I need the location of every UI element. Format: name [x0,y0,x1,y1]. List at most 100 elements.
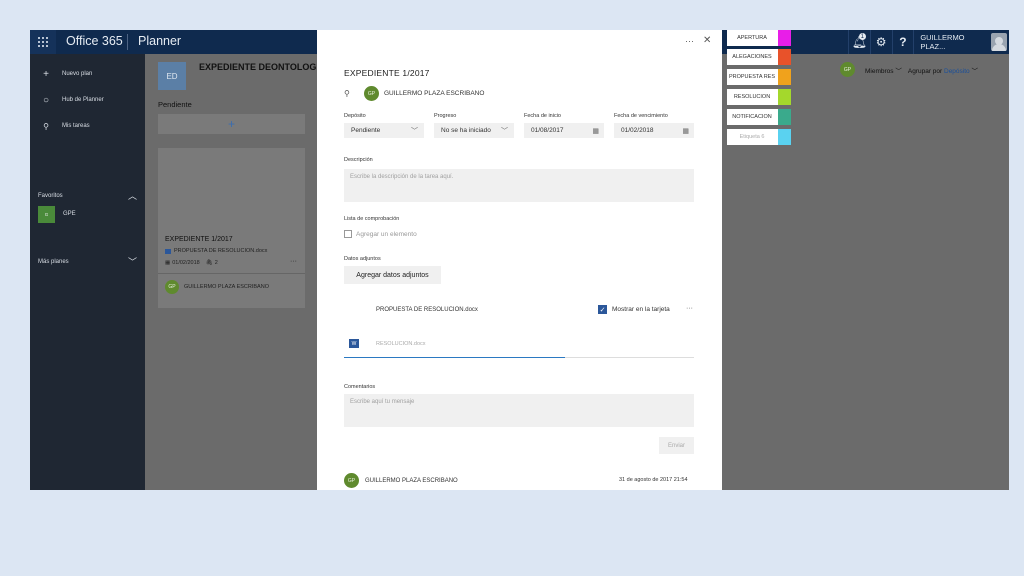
task-card-attachment[interactable]: PROPUESTA DE RESOLUCION.docx [165,248,267,254]
help-button[interactable]: ? [891,30,914,54]
assign-person-icon[interactable]: ⚲ [344,89,364,98]
assignee-name: GUILLERMO PLAZA ESCRIBANO [384,90,485,97]
user-avatar[interactable] [990,33,1008,51]
bucket-label: Depósito [344,113,366,119]
person-icon [994,37,1003,45]
show-on-card-toggle[interactable]: ✓ Mostrar en la tarjeta [598,305,670,314]
add-attachment-button[interactable]: Agregar datos adjuntos [344,266,441,284]
calendar-icon[interactable]: ▦ [682,127,689,135]
chevron-up-icon[interactable]: ︿ [128,189,137,202]
label-resolucion[interactable]: RESOLUCION [727,89,791,105]
nav-new-plan-label: Nuevo plan [62,71,93,77]
task-card-divider [158,273,305,274]
nav-hub[interactable]: ○ Hub de Planner [30,91,145,109]
checklist-add-row[interactable]: Agregar un elemento [344,230,417,238]
start-date-input[interactable]: 01/08/2017 ▦ [524,123,604,138]
label-apertura[interactable]: APERTURA [727,30,791,46]
calendar-icon[interactable]: ▦ [592,127,599,135]
task-card-more-button[interactable]: ··· [290,258,297,265]
description-label: Descripción [344,157,373,163]
calendar-icon: ▦ [165,260,171,266]
label-etiqueta-6[interactable]: Etiqueta 6 [727,129,791,145]
user-name[interactable]: GUILLERMO PLAZ... [913,30,990,54]
show-on-card-label: Mostrar en la tarjeta [612,306,670,313]
members-label: Miembros [865,67,894,75]
label-propuesta-res[interactable]: PROPUESTA RES [727,69,791,85]
checklist-label: Lista de comprobación [344,216,400,222]
plus-icon: + [43,68,49,80]
attachment-more-button[interactable]: ··· [686,305,693,312]
uploading-file-name: RESOLUCION.docx [376,341,426,347]
task-title[interactable]: EXPEDIENTE 1/2017 [344,68,430,78]
label-swatch [778,89,791,105]
more-options-button[interactable]: ··· [685,36,694,46]
task-card[interactable]: EXPEDIENTE 1/2017 PROPUESTA DE RESOLUCIO… [158,148,305,308]
attachment-item[interactable]: PROPUESTA DE RESOLUCION.docx ✓ Mostrar e… [344,302,694,322]
label-text: PROPUESTA RES [728,74,776,80]
task-card-avatar: GP [165,280,179,294]
plan-title: EXPEDIENTE DEONTOLOGICO [199,62,333,72]
progress-select-value: No se ha iniciado [441,127,491,134]
favorite-plan-label[interactable]: GPE [63,211,76,217]
brand-divider [127,34,128,50]
task-card-assignee: GP GUILLERMO PLAZA ESCRIBANO [165,280,269,294]
due-date-input[interactable]: 01/02/2018 ▦ [614,123,694,138]
checkmark-icon[interactable]: ✓ [598,305,607,314]
send-button[interactable]: Enviar [659,437,694,454]
comment-input[interactable]: Escribe aquí tu mensaje [344,394,694,427]
plan-icon: ED [158,62,186,90]
member-avatar[interactable]: GP [840,62,855,77]
label-text: ALEGACIONES [732,54,772,60]
gear-icon: ⚙ [875,35,887,49]
bucket-name[interactable]: Pendiente [158,100,192,109]
chevron-down-icon[interactable]: ﹀ [128,255,137,268]
paperclip-icon: 🖇︎ [205,260,213,266]
comment-date: 31 de agosto de 2017 21:54 [619,477,688,483]
task-card-attach-count: 2 [214,260,218,266]
start-date-value: 01/08/2017 [531,127,564,134]
favorites-header[interactable]: Favoritos [38,193,63,199]
app-launcher-button[interactable] [30,30,56,54]
progress-select[interactable]: No se ha iniciado ﹀ [434,123,514,138]
assignee-row[interactable]: ⚲ GP GUILLERMO PLAZA ESCRIBANO [344,86,484,101]
favorite-plan-tile[interactable]: G [38,206,55,223]
question-icon: ? [899,35,907,49]
description-input[interactable]: Escribe la descripción de la tarea aquí. [344,169,694,202]
group-by-label: Agrupar por [907,67,943,75]
notifications-button[interactable]: 🔔︎ 1 [848,30,870,54]
label-notificacion[interactable]: NOTIFICACION [727,109,791,125]
due-date-value: 01/02/2018 [621,127,654,134]
group-by-dropdown[interactable]: Agrupar por Depósito ﹀ [908,65,978,75]
task-card-title: EXPEDIENTE 1/2017 [165,236,233,243]
label-alegaciones[interactable]: ALEGACIONES [727,49,791,65]
nav-new-plan[interactable]: + Nuevo plan [30,65,145,83]
checklist-checkbox[interactable] [344,230,352,238]
notification-count: 1 [858,33,866,40]
label-text: APERTURA [737,35,767,41]
label-swatch [778,49,791,65]
top-bar-actions: 🔔︎ 1 ⚙ ? GUILLERMO PLAZ... [848,30,1009,54]
settings-button[interactable]: ⚙ [869,30,892,54]
label-swatch [778,30,791,46]
chevron-down-icon: ﹀ [501,127,508,135]
waffle-icon [38,37,48,47]
nav-my-tasks[interactable]: ⚲ Mis tareas [30,117,145,135]
bucket-select-value: Pendiente [351,127,381,134]
attachment-name[interactable]: PROPUESTA DE RESOLUCION.docx [376,307,478,313]
task-card-due: 01/02/2018 [172,260,200,266]
app-name[interactable]: Planner [138,34,181,48]
word-icon [165,248,171,254]
label-text: RESOLUCION [733,94,771,100]
bucket-select[interactable]: Pendiente ﹀ [344,123,424,138]
checklist-add-item[interactable]: Agregar un elemento [356,231,417,238]
brand-name[interactable]: Office 365 [66,34,123,48]
more-plans-header[interactable]: Más planes [38,259,69,265]
task-details-dialog: ··· ✕ EXPEDIENTE 1/2017 ⚲ GP GUILLERMO P… [317,30,722,490]
close-button[interactable]: ✕ [703,35,711,46]
chevron-down-icon: ﹀ [971,67,978,75]
add-task-button[interactable]: + [158,114,305,134]
assignee-avatar: GP [364,86,379,101]
attachments-label: Datos adjuntos [344,256,381,262]
members-button[interactable]: Miembros ﹀ [865,65,902,75]
comments-label: Comentarios [344,384,376,390]
